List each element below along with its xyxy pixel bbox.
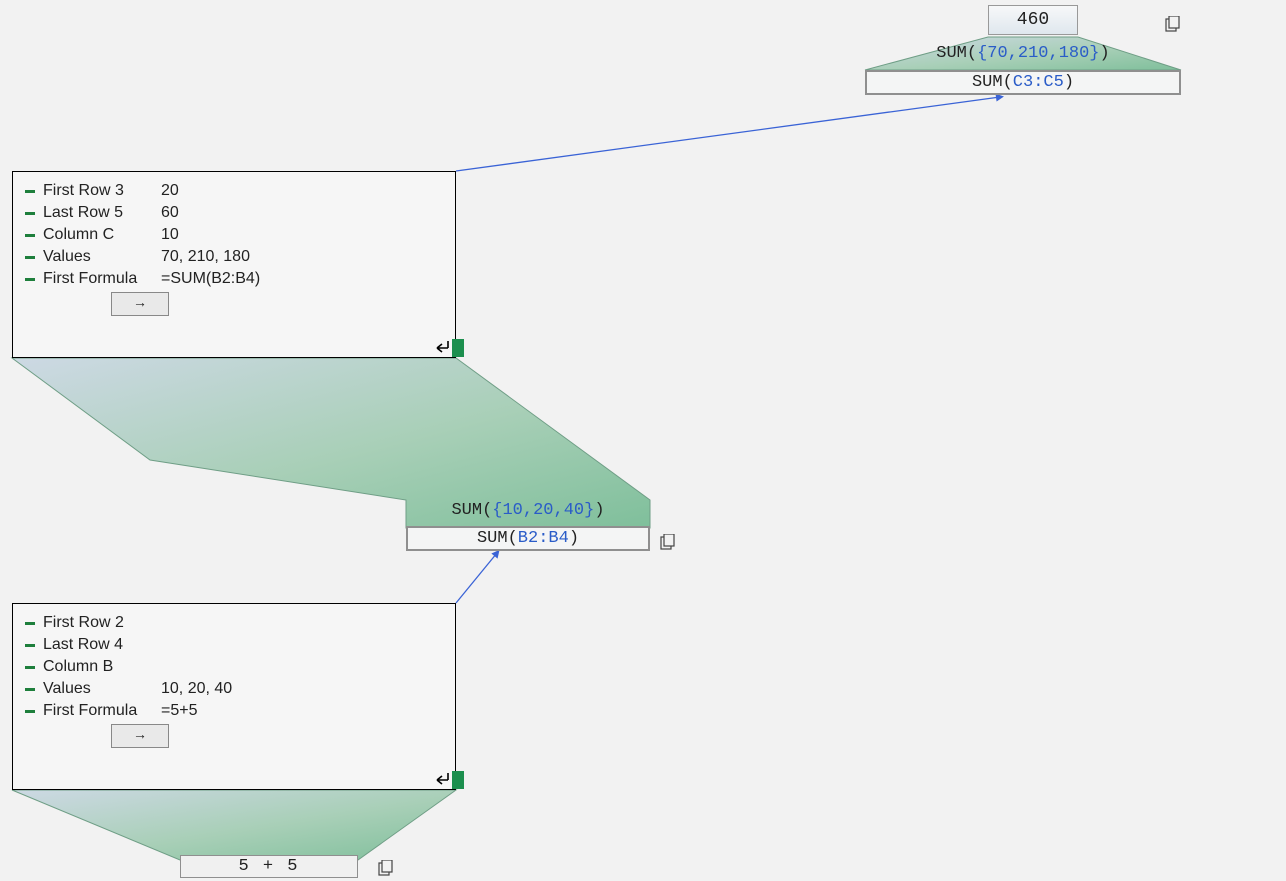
arrow-right-icon: →	[133, 726, 147, 742]
panel1-label-4: First Formula	[43, 270, 161, 288]
enter-icon-panel1[interactable]	[438, 339, 458, 357]
top-result-box: 460	[988, 5, 1078, 35]
panel1-label-2: Column C	[43, 226, 161, 244]
arrow-panel2-to-mid	[456, 553, 497, 603]
panel1-row-1: Last Row 5 60	[25, 204, 443, 222]
panel1-row-0: First Row 3 20	[25, 182, 443, 200]
mid-eval-text: SUM({10,20,40})	[406, 501, 650, 520]
bullet-icon	[25, 256, 35, 259]
arrow-right-icon: →	[133, 294, 147, 310]
mid-eval-fn: SUM(	[451, 501, 492, 520]
top-eval-close: )	[1100, 44, 1110, 63]
top-eval-array: {70,210,180}	[977, 44, 1099, 63]
details-panel-2: First Row 2 Last Row 4 Column B Values 1…	[12, 603, 456, 790]
bullet-icon	[25, 644, 35, 647]
panel2-value-3: 10, 20, 40	[161, 680, 232, 698]
panel1-label-1: Last Row 5	[43, 204, 161, 222]
panel1-row-4: First Formula =SUM(B2:B4)	[25, 270, 443, 288]
bullet-icon	[25, 622, 35, 625]
panel1-label-3: Values	[43, 248, 161, 266]
mid-formula-bar: SUM(B2:B4)	[406, 526, 650, 551]
panel1-next-button[interactable]: →	[111, 292, 169, 316]
panel2-label-3: Values	[43, 680, 161, 698]
bullet-icon	[25, 666, 35, 669]
panel2-row-4: First Formula =5+5	[25, 702, 443, 720]
panel2-row-2: Column B	[25, 658, 443, 676]
panel1-value-1: 60	[161, 204, 179, 222]
panel2-label-0: First Row 2	[43, 614, 161, 632]
panel2-next-button[interactable]: →	[111, 724, 169, 748]
panel1-row-3: Values 70, 210, 180	[25, 248, 443, 266]
bottom-expression: 5 + 5	[238, 857, 299, 876]
mid-formula-close: )	[569, 529, 579, 548]
bullet-icon	[25, 234, 35, 237]
bottom-expression-bar: 5 + 5	[180, 855, 358, 878]
mid-formula-fn: SUM(	[477, 529, 518, 548]
mid-formula-ref: B2:B4	[518, 529, 569, 548]
panel2-row-1: Last Row 4	[25, 636, 443, 654]
top-eval-text: SUM({70,210,180})	[865, 44, 1181, 63]
panel1-value-2: 10	[161, 226, 179, 244]
top-formula-close: )	[1064, 73, 1074, 92]
top-result-value: 460	[1017, 10, 1049, 30]
mid-eval-close: )	[594, 501, 604, 520]
panel2-row-0: First Row 2	[25, 614, 443, 632]
top-formula-bar: SUM(C3:C5)	[865, 70, 1181, 95]
details-panel-1: First Row 3 20 Last Row 5 60 Column C 10…	[12, 171, 456, 358]
enter-icon-panel2[interactable]	[438, 771, 458, 789]
top-formula-ref: C3:C5	[1013, 73, 1064, 92]
top-eval-fn: SUM(	[936, 44, 977, 63]
bullet-icon	[25, 688, 35, 691]
panel2-value-4: =5+5	[161, 702, 197, 720]
copy-icon-top[interactable]	[1165, 16, 1181, 32]
panel2-row-3: Values 10, 20, 40	[25, 680, 443, 698]
bullet-icon	[25, 710, 35, 713]
copy-icon-bottom[interactable]	[378, 860, 394, 876]
trapezoid-bottom	[12, 790, 456, 860]
copy-icon-mid[interactable]	[660, 534, 676, 550]
bullet-icon	[25, 190, 35, 193]
top-formula-fn: SUM(	[972, 73, 1013, 92]
panel1-value-4: =SUM(B2:B4)	[161, 270, 260, 288]
panel2-label-4: First Formula	[43, 702, 161, 720]
panel1-label-0: First Row 3	[43, 182, 161, 200]
bullet-icon	[25, 212, 35, 215]
bullet-icon	[25, 278, 35, 281]
panel1-value-3: 70, 210, 180	[161, 248, 250, 266]
panel1-value-0: 20	[161, 182, 179, 200]
mid-eval-array: {10,20,40}	[492, 501, 594, 520]
panel2-label-1: Last Row 4	[43, 636, 161, 654]
panel1-row-2: Column C 10	[25, 226, 443, 244]
arrow-panel1-to-top	[456, 97, 1000, 171]
panel2-label-2: Column B	[43, 658, 161, 676]
